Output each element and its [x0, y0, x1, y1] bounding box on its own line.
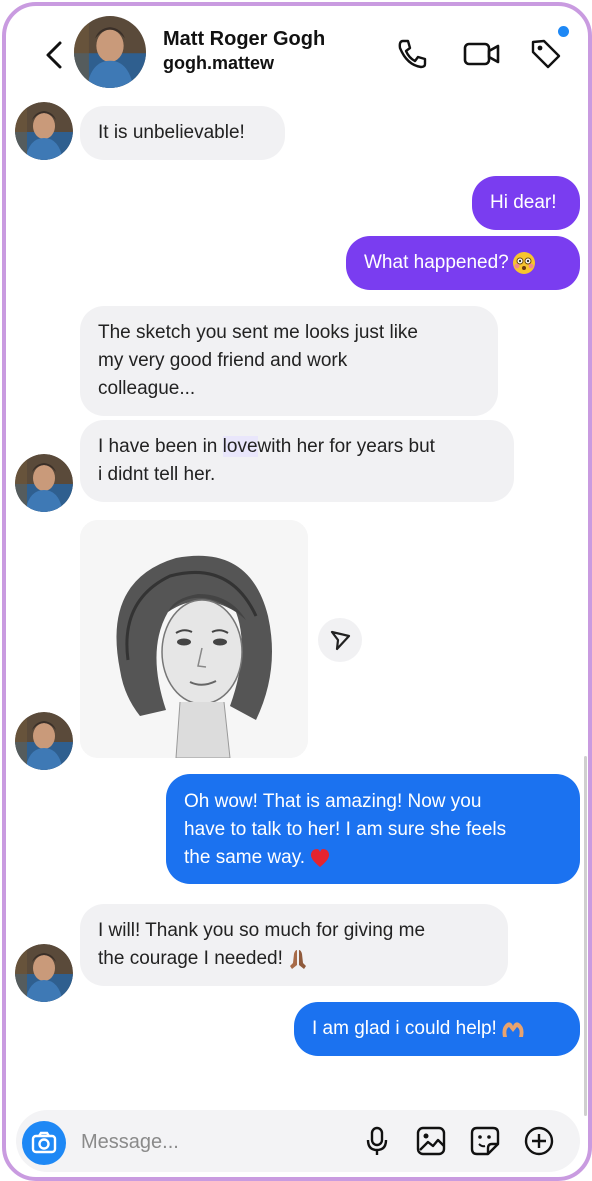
message-text-line: the same way. — [184, 844, 562, 872]
tag-icon[interactable] — [528, 36, 564, 72]
message-bubble-incoming[interactable]: I will! Thank you so much for giving me … — [80, 904, 508, 986]
flushed-face-icon — [512, 251, 536, 275]
highlighted-word[interactable]: love — [222, 436, 258, 457]
message-text: I am glad i could help! — [312, 1018, 497, 1039]
message-text-line: I will! Thank you so much for giving me — [98, 920, 426, 941]
avatar[interactable] — [15, 454, 73, 512]
add-icon[interactable] — [522, 1124, 556, 1158]
red-heart-icon — [308, 846, 332, 870]
message-bubble-outgoing[interactable]: Hi dear! — [472, 176, 580, 230]
message-text-line: the courage I needed! — [98, 945, 490, 973]
message-text: What happened? — [364, 252, 509, 273]
message-text: I have been in — [98, 436, 223, 457]
message-text: Hi dear! — [490, 192, 557, 213]
message-bubble-outgoing[interactable]: I am glad i could help! — [294, 1002, 580, 1056]
message-bubble-outgoing[interactable]: Oh wow! That is amazing! Now you have to… — [166, 774, 580, 884]
message-bubble-incoming[interactable]: It is unbelievable! — [80, 106, 285, 160]
avatar[interactable] — [74, 16, 146, 88]
back-icon[interactable] — [42, 40, 68, 70]
sticker-icon[interactable] — [468, 1124, 502, 1158]
pencil-sketch-portrait-image — [80, 520, 308, 758]
message-text: with her for years but — [257, 436, 435, 457]
microphone-icon[interactable] — [360, 1124, 394, 1158]
notification-dot — [558, 26, 569, 37]
avatar[interactable] — [15, 712, 73, 770]
avatar[interactable] — [15, 102, 73, 160]
message-text: the same way. — [184, 847, 306, 868]
contact-name[interactable]: Matt Roger Gogh — [163, 28, 325, 51]
share-button[interactable] — [318, 618, 362, 662]
message-text: the courage I needed! — [98, 948, 283, 969]
avatar[interactable] — [15, 944, 73, 1002]
message-text-line: i didnt tell her. — [98, 464, 216, 485]
message-bubble-incoming[interactable]: I have been in lovewith her for years bu… — [80, 420, 514, 502]
camera-button[interactable] — [22, 1121, 66, 1165]
message-text: It is unbelievable! — [98, 122, 245, 143]
contact-username[interactable]: gogh.mattew — [163, 53, 274, 74]
message-text-line: I have been in lovewith her for years bu… — [98, 433, 496, 461]
message-text-line: The sketch you sent me looks just like — [98, 322, 418, 343]
message-bubble-incoming[interactable]: The sketch you sent me looks just like m… — [80, 306, 498, 416]
message-text-line: colleague... — [98, 378, 196, 399]
message-text-line: have to talk to her! I am sure she feels — [184, 819, 507, 840]
chat-window: Matt Roger Gogh gogh.mattew It is unbeli… — [2, 2, 592, 1181]
gallery-icon[interactable] — [414, 1124, 448, 1158]
heart-hands-icon — [500, 1017, 524, 1041]
message-input[interactable]: Message... — [81, 1131, 179, 1154]
video-call-icon[interactable] — [462, 36, 500, 72]
folded-hands-icon — [286, 947, 310, 971]
phone-icon[interactable] — [394, 36, 430, 72]
message-text-line: my very good friend and work — [98, 350, 348, 371]
message-text-line: Oh wow! That is amazing! Now you — [184, 791, 482, 812]
shared-image[interactable] — [80, 520, 308, 758]
camera-icon — [31, 1131, 57, 1154]
message-bubble-outgoing[interactable]: What happened? — [346, 236, 580, 290]
scrollbar[interactable] — [584, 756, 587, 1116]
send-icon — [330, 630, 351, 651]
